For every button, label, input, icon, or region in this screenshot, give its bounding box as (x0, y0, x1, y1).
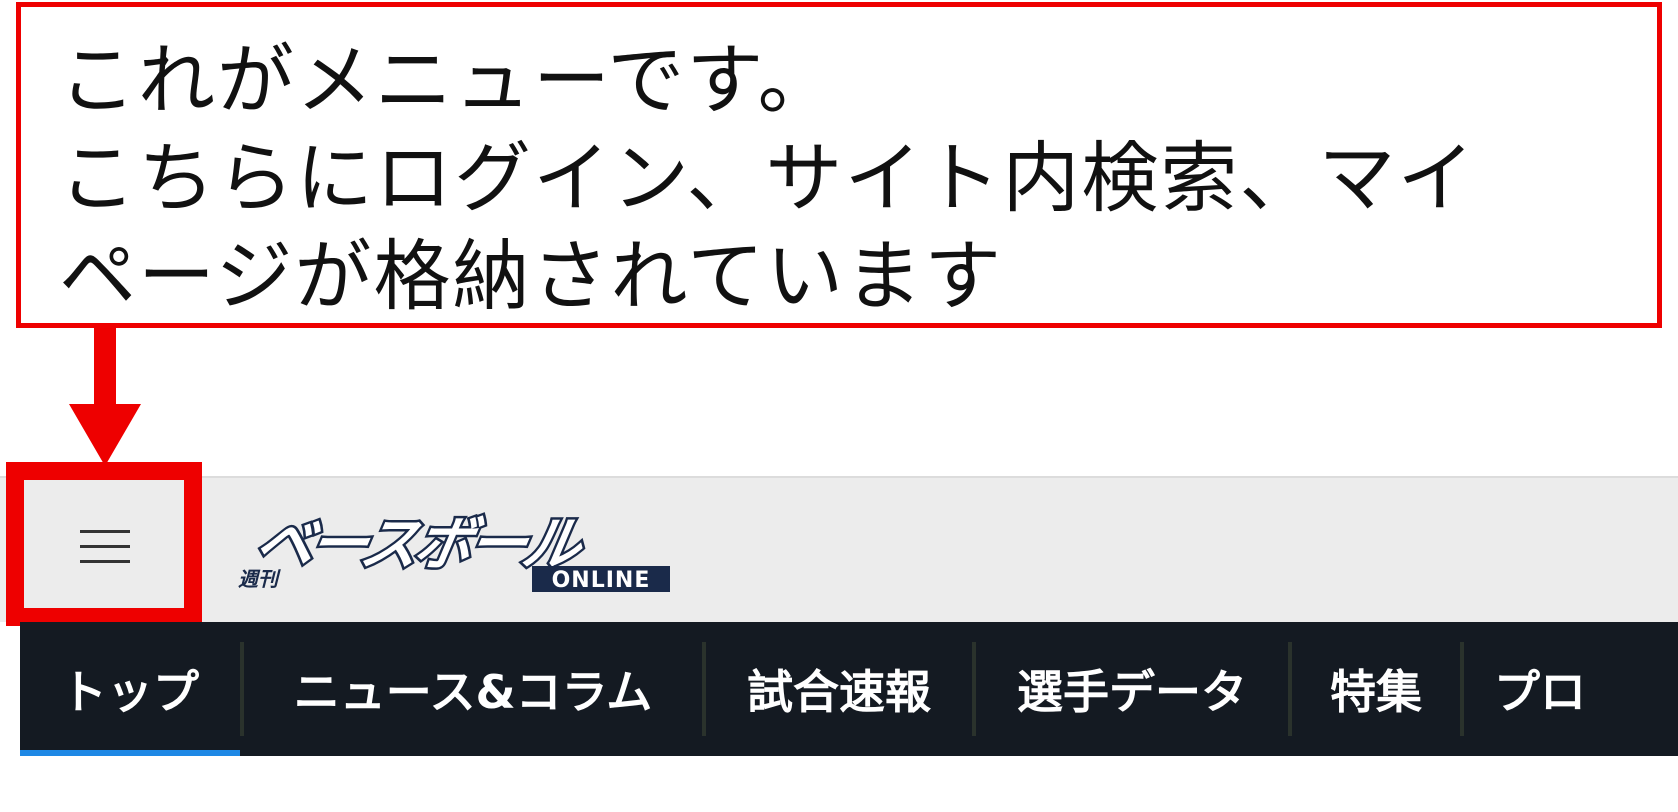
nav-item-live-scores[interactable]: 試合速報 (706, 622, 972, 756)
annotation-line: これがメニューです。 (59, 37, 837, 126)
annotation-arrow-shaft (94, 328, 116, 412)
nav-item-top[interactable]: トップ (20, 622, 240, 756)
annotation-arrow-head-icon (69, 404, 141, 466)
menu-highlight-frame (6, 462, 202, 626)
nav-item-label: 特集 (1330, 665, 1422, 719)
annotation-callout: これがメニューです。 こちらにログイン、サイト内検索、マイ ページが格納されてい… (16, 2, 1662, 328)
nav-item-features[interactable]: 特集 (1292, 622, 1460, 756)
nav-item-label: 試合速報 (747, 665, 931, 719)
annotation-line: こちらにログイン、サイト内検索、マイ (59, 135, 1477, 224)
site-logo[interactable]: 週刊 ベースボール ONLINE (236, 510, 676, 594)
annotation-text: これがメニューです。 こちらにログイン、サイト内検索、マイ ページが格納されてい… (59, 33, 1476, 327)
global-nav: トップ ニュース&コラム 試合速報 選手データ 特集 プロ (20, 622, 1678, 756)
nav-item-label: トップ (61, 665, 199, 719)
nav-item-news-column[interactable]: ニュース&コラム (244, 622, 702, 756)
nav-item-pro[interactable]: プロ (1464, 622, 1664, 756)
annotation-line: ページが格納されています (59, 233, 1004, 322)
nav-item-label: ニュース&コラム (293, 665, 653, 719)
nav-item-label: プロ (1494, 665, 1586, 719)
nav-item-label: 選手データ (1017, 665, 1247, 719)
nav-item-player-data[interactable]: 選手データ (976, 622, 1288, 756)
logo-suffix: ONLINE (552, 568, 651, 593)
